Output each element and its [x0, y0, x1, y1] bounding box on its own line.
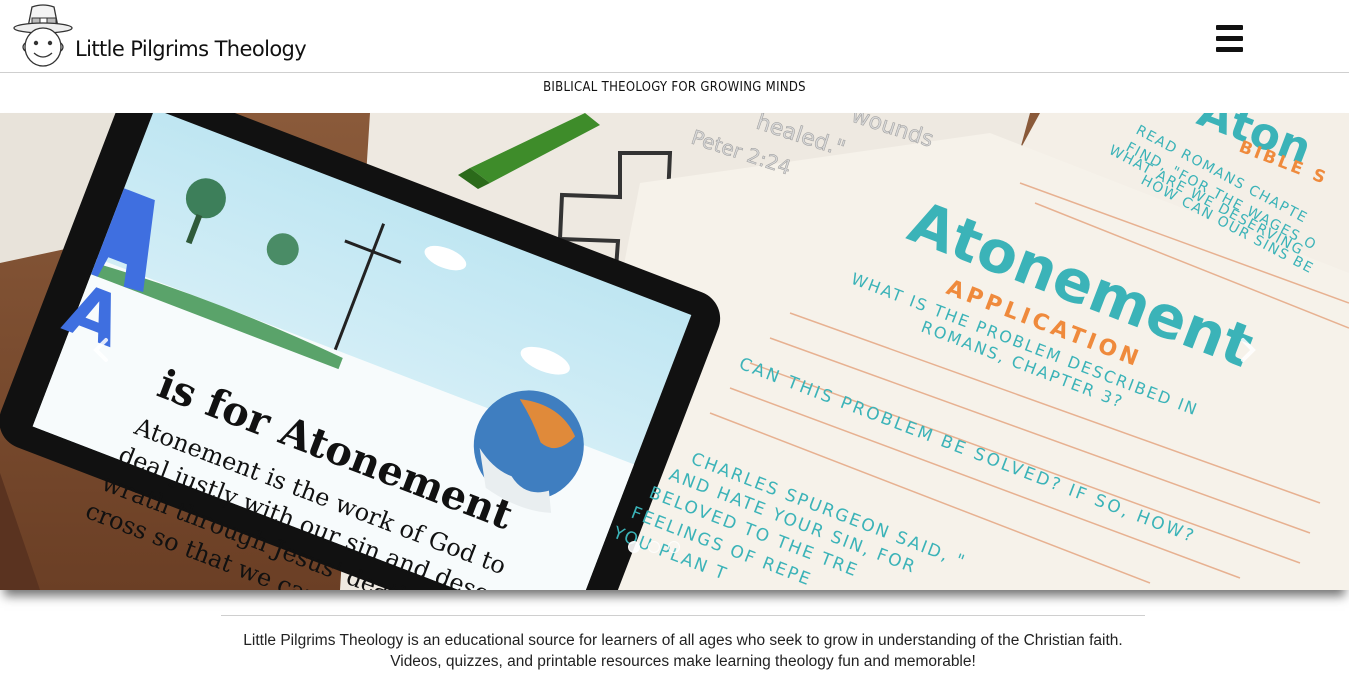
site-name: Little Pilgrims Theology	[75, 37, 307, 61]
site-header: Little Pilgrims Theology	[0, 0, 1349, 73]
carousel-indicator-3[interactable]	[668, 541, 680, 553]
intro-line-2: Videos, quizzes, and printable resources…	[390, 653, 976, 670]
hero-slide-image: is for Atonement Atonement is the work o…	[0, 113, 1349, 590]
chevron-right-icon	[1241, 338, 1256, 362]
hero-carousel[interactable]: is for Atonement Atonement is the work o…	[0, 113, 1349, 590]
site-logo-link[interactable]: Little Pilgrims Theology	[10, 3, 307, 69]
intro-line-1: Little Pilgrims Theology is an education…	[243, 632, 1123, 649]
carousel-prev-button[interactable]	[87, 335, 117, 365]
hamburger-icon	[1216, 25, 1243, 30]
carousel-indicators	[628, 541, 680, 553]
site-tagline: BIBLICAL THEOLOGY FOR GROWING MINDS	[543, 79, 806, 96]
section-divider	[221, 615, 1145, 616]
chevron-left-icon	[93, 338, 108, 362]
hamburger-menu-button[interactable]	[1216, 25, 1244, 53]
carousel-indicator-2[interactable]	[648, 541, 660, 553]
pilgrim-logo-icon	[13, 4, 73, 67]
carousel-indicator-1[interactable]	[628, 541, 640, 553]
intro-text: Little Pilgrims Theology is an education…	[160, 630, 1206, 672]
carousel-next-button[interactable]	[1232, 335, 1262, 365]
